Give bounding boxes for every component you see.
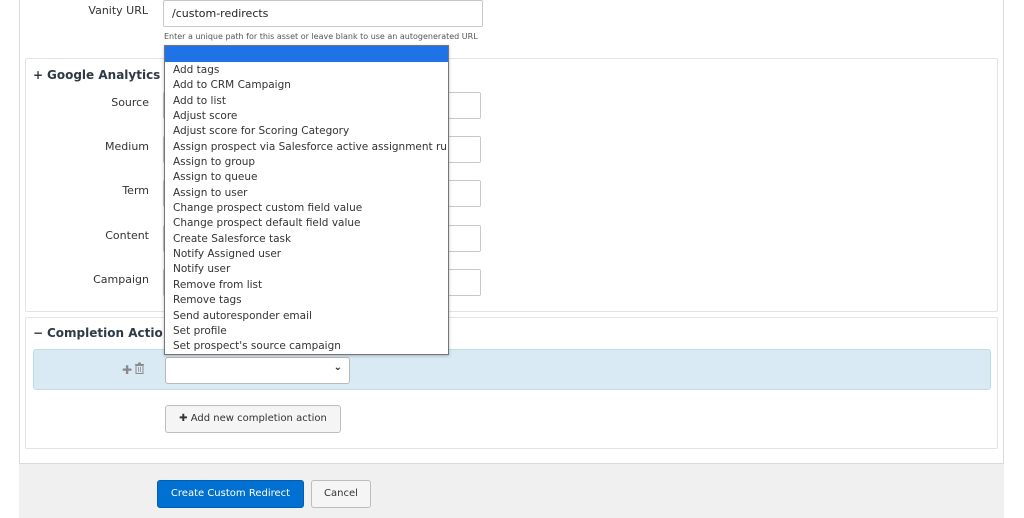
dropdown-option[interactable]: Assign to group xyxy=(165,155,448,170)
cancel-button[interactable]: Cancel xyxy=(311,480,371,508)
dropdown-option[interactable]: Remove from list xyxy=(165,278,448,293)
vanity-url-input[interactable]: /custom-redirects xyxy=(163,0,483,27)
dropdown-option[interactable]: Create Salesforce task xyxy=(165,232,448,247)
minus-icon: − xyxy=(33,326,44,340)
completion-actions-toggle[interactable]: − Completion Actio xyxy=(33,326,164,340)
dropdown-option[interactable]: Assign to queue xyxy=(165,170,448,185)
campaign-label: Campaign xyxy=(93,273,149,286)
dropdown-option[interactable]: Change prospect custom field value xyxy=(165,201,448,216)
dropdown-option[interactable]: Change prospect default field value xyxy=(165,216,448,231)
dropdown-option[interactable]: Add to CRM Campaign xyxy=(165,78,448,93)
term-label: Term xyxy=(122,184,149,197)
dropdown-option[interactable]: Adjust score for Scoring Category xyxy=(165,124,448,139)
dropdown-option-blank[interactable] xyxy=(165,46,448,62)
dropdown-option[interactable]: Adjust score xyxy=(165,109,448,124)
vanity-url-label: Vanity URL xyxy=(88,4,148,17)
dropdown-option[interactable]: Assign prospect via Salesforce active as… xyxy=(165,140,448,155)
dropdown-option[interactable]: Add to list xyxy=(165,94,448,109)
vanity-url-helper: Enter a unique path for this asset or le… xyxy=(164,32,478,41)
dropdown-option[interactable]: Set prospect's source campaign xyxy=(165,339,448,354)
completion-actions-title: Completion Actio xyxy=(47,326,163,340)
plus-icon[interactable]: ✚ xyxy=(122,363,132,377)
google-analytics-toggle[interactable]: + Google Analytics P xyxy=(33,68,163,82)
trash-icon[interactable] xyxy=(134,362,145,377)
dropdown-option[interactable]: Assign to user xyxy=(165,186,448,201)
add-completion-action-label: Add new completion action xyxy=(190,413,327,424)
plus-icon: ✚ xyxy=(179,413,188,424)
completion-action-row: ✚ ⌄ xyxy=(33,349,991,390)
medium-label: Medium xyxy=(105,140,149,153)
dropdown-option[interactable]: Add tags xyxy=(165,63,448,78)
dropdown-option[interactable]: Send autoresponder email xyxy=(165,309,448,324)
dropdown-option[interactable]: Notify user xyxy=(165,262,448,277)
create-custom-redirect-button[interactable]: Create Custom Redirect xyxy=(157,480,304,508)
content-label: Content xyxy=(105,229,149,242)
dropdown-option[interactable]: Set profile xyxy=(165,324,448,339)
dropdown-option[interactable]: Remove tags xyxy=(165,293,448,308)
google-analytics-title: Google Analytics P xyxy=(47,68,163,82)
chevron-down-icon: ⌄ xyxy=(333,362,342,373)
plus-icon: + xyxy=(33,68,44,82)
completion-action-dropdown: Add tags Add to CRM Campaign Add to list… xyxy=(164,45,449,355)
dropdown-option[interactable]: Notify Assigned user xyxy=(165,247,448,262)
add-completion-action-button[interactable]: ✚ Add new completion action xyxy=(165,405,341,433)
completion-action-select[interactable]: ⌄ xyxy=(165,357,350,384)
source-label: Source xyxy=(111,96,149,109)
